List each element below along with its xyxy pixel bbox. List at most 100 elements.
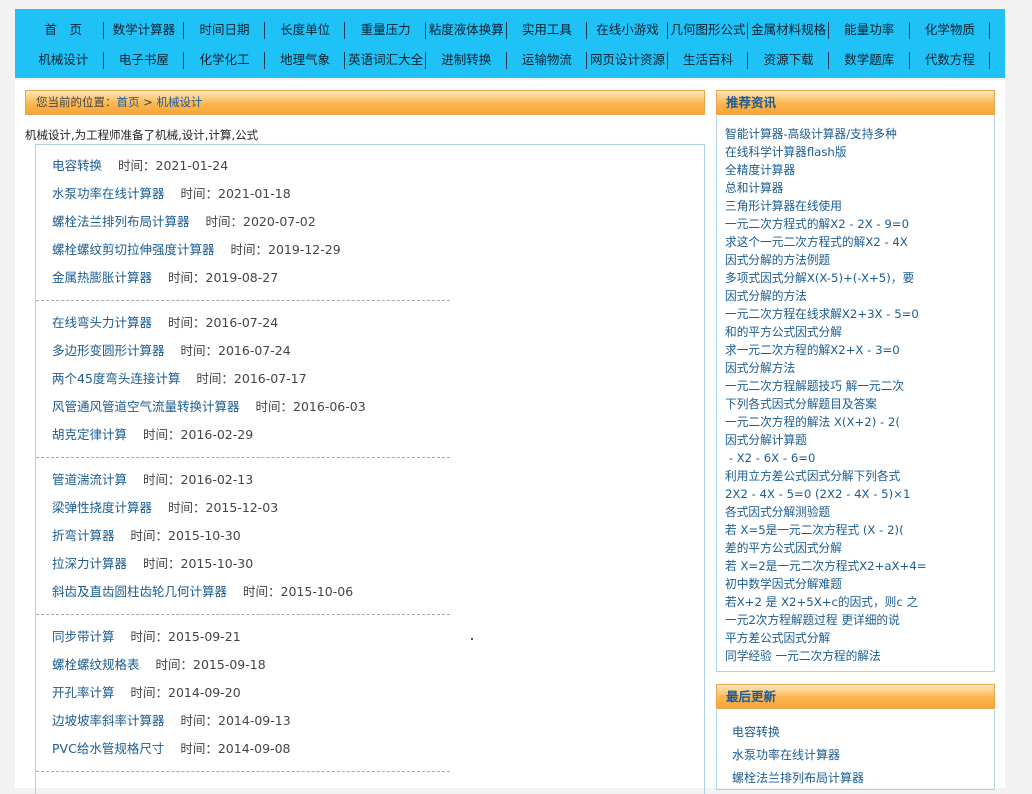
- breadcrumb-current-link[interactable]: 机械设计: [156, 95, 202, 109]
- article-date: 2016-06-03: [293, 399, 366, 414]
- recommend-link[interactable]: 求这个一元二次方程式的解X2 - 4X: [725, 233, 994, 251]
- nav-link[interactable]: 英语词汇大全: [345, 45, 426, 75]
- main-content: 您当前的位置：首页 > 机械设计 机械设计,为工程师准备了机械,设计,计算,公式…: [15, 80, 1005, 794]
- nav-link[interactable]: 化学化工: [184, 45, 265, 75]
- recommend-link[interactable]: 在线科学计算器flash版: [725, 143, 994, 161]
- article-link[interactable]: 开孔率计算: [52, 685, 115, 700]
- nav-link[interactable]: 重量压力: [345, 15, 426, 45]
- list-item: 两个45度弯头连接计算 时间：2016-07-17: [36, 365, 706, 393]
- nav-link[interactable]: 地理气象: [265, 45, 346, 75]
- article-date: 2014-09-13: [218, 713, 291, 728]
- nav-link[interactable]: 实用工具: [507, 15, 588, 45]
- group-divider: [36, 771, 450, 772]
- nav-link[interactable]: 几何图形公式: [668, 15, 749, 45]
- article-link[interactable]: 螺栓法兰排列布局计算器: [52, 214, 190, 229]
- list-item: 梁弹性挠度计算器 时间：2015-12-03: [36, 494, 706, 522]
- article-link[interactable]: 拉深力计算器: [52, 556, 127, 571]
- article-link[interactable]: 两个45度弯头连接计算: [52, 371, 180, 386]
- recommend-link[interactable]: 总和计算器: [725, 179, 994, 197]
- nav-link[interactable]: 时间日期: [184, 15, 265, 45]
- nav-link[interactable]: 运输物流: [507, 45, 588, 75]
- nav-link[interactable]: 机械设计: [23, 45, 104, 75]
- recommend-link[interactable]: 一元二次方程在线求解X2+3X - 5=0: [725, 305, 994, 323]
- breadcrumb-separator: >: [139, 95, 157, 109]
- recommend-link[interactable]: 下列各式因式分解题目及答案: [725, 395, 994, 413]
- article-link[interactable]: 斜齿及直齿圆柱齿轮几何计算器: [52, 584, 227, 599]
- article-link[interactable]: 边坡坡率斜率计算器: [52, 713, 165, 728]
- recommend-link[interactable]: 初中数学因式分解难题: [725, 575, 994, 593]
- recommend-link[interactable]: 差的平方公式因式分解: [725, 539, 994, 557]
- nav-link[interactable]: 生活百科: [668, 45, 749, 75]
- breadcrumb-prefix: 您当前的位置：: [36, 95, 117, 109]
- recommend-link[interactable]: 和的平方公式因式分解: [725, 323, 994, 341]
- nav-link[interactable]: 代数方程: [910, 45, 991, 75]
- article-link[interactable]: 在线弯头力计算器: [52, 315, 152, 330]
- recommend-link[interactable]: 一元2次方程解题过程 更详细的说: [725, 611, 994, 629]
- time-label: 时间：: [143, 472, 181, 487]
- recommend-link[interactable]: 求一元二次方程的解X2+X - 3=0: [725, 341, 994, 359]
- recommend-link[interactable]: 平方差公式因式分解: [725, 629, 994, 647]
- recommend-link[interactable]: 同学经验 一元二次方程的解法: [725, 647, 994, 665]
- nav-link[interactable]: 能量功率: [829, 15, 910, 45]
- recommend-link[interactable]: 因式分解计算题: [725, 431, 994, 449]
- recommend-link[interactable]: 因式分解方法: [725, 359, 994, 377]
- nav-link[interactable]: 数学题库: [829, 45, 910, 75]
- recommend-link[interactable]: 利用立方差公式因式分解下列各式: [725, 467, 994, 485]
- nav-link[interactable]: 网页设计资源: [587, 45, 668, 75]
- recommend-link[interactable]: 三角形计算器在线使用: [725, 197, 994, 215]
- nav-link[interactable]: 资源下载: [748, 45, 829, 75]
- nav-link[interactable]: 数学计算器: [104, 15, 185, 45]
- nav-link[interactable]: 在线小游戏: [587, 15, 668, 45]
- recommend-link[interactable]: 一元二次方程式的解X2 - 2X - 9=0: [725, 215, 994, 233]
- recommend-link[interactable]: 若 X=2是一元二次方程式X2+aX+4=: [725, 557, 994, 575]
- nav-link[interactable]: 电子书屋: [104, 45, 185, 75]
- recommend-link[interactable]: 若 X=5是一元二次方程式 (X - 2)(: [725, 521, 994, 539]
- time-label: 时间：: [168, 500, 206, 515]
- nav-link[interactable]: 金属材料规格: [748, 15, 829, 45]
- breadcrumb-home-link[interactable]: 首页: [117, 95, 140, 109]
- recommend-link[interactable]: - X2 - 6X - 6=0: [725, 449, 994, 467]
- nav-link[interactable]: 进制转换: [426, 45, 507, 75]
- article-link[interactable]: 同步带计算: [52, 629, 115, 644]
- recommend-link[interactable]: 若X+2 是 X2+5X+c的因式，则c 之: [725, 593, 994, 611]
- recommend-link[interactable]: 智能计算器-高级计算器/支持多种: [725, 125, 994, 143]
- recommend-link[interactable]: 因式分解的方法: [725, 287, 994, 305]
- nav-link[interactable]: 首 页: [23, 15, 104, 45]
- nav-link[interactable]: 长度单位: [265, 15, 346, 45]
- article-link[interactable]: 金属热膨胀计算器: [52, 270, 152, 285]
- article-link[interactable]: 风管通风管道空气流量转换计算器: [52, 399, 240, 414]
- recommend-link[interactable]: 全精度计算器: [725, 161, 994, 179]
- nav-link[interactable]: 粘度液体换算: [426, 15, 507, 45]
- recommend-link[interactable]: 因式分解的方法例题: [725, 251, 994, 269]
- list-item: 在线弯头力计算器 时间：2016-07-24: [36, 309, 706, 337]
- nav-row-1: 首 页数学计算器 时间日期 长度单位 重量压力 粘度液体换算 实用工具 在线小游戏 几何图形公…: [15, 15, 1005, 45]
- article-link[interactable]: 折弯计算器: [52, 528, 115, 543]
- article-link[interactable]: PVC给水管规格尺寸: [52, 741, 164, 756]
- recommend-link[interactable]: 多项式因式分解X(X-5)+(-X+5)，要: [725, 269, 994, 287]
- article-link[interactable]: 管道湍流计算: [52, 472, 127, 487]
- article-link[interactable]: 电容转换: [52, 158, 102, 173]
- article-group: 同步带计算 时间：2015-09-21 螺栓螺纹规格表 时间：2015-09-18 开孔…: [36, 616, 706, 763]
- update-link[interactable]: 水泵功率在线计算器: [732, 744, 994, 767]
- recommend-link[interactable]: 各式因式分解测验题: [725, 503, 994, 521]
- article-group: 电容转换 时间：2021-01-24 水泵功率在线计算器 时间：2021-01-18 螺…: [36, 145, 706, 292]
- list-item: 螺栓螺纹规格表 时间：2015-09-18: [36, 651, 706, 679]
- article-date: 2015-10-06: [280, 584, 354, 599]
- recommend-link[interactable]: 2X2 - 4X - 5=0 (2X2 - 4X - 5)×1: [725, 485, 994, 503]
- article-link[interactable]: 螺栓螺纹规格表: [52, 657, 140, 672]
- update-link[interactable]: 螺栓法兰排列布局计算器: [732, 767, 994, 790]
- article-link[interactable]: 螺栓螺纹剪切拉伸强度计算器: [52, 242, 215, 257]
- recommend-link[interactable]: 一元二次方程的解法 X(X+2) - 2(: [725, 413, 994, 431]
- article-list: 电容转换 时间：2021-01-24 水泵功率在线计算器 时间：2021-01-18 螺…: [35, 144, 705, 794]
- breadcrumb: 您当前的位置：首页 > 机械设计: [25, 90, 705, 115]
- article-link[interactable]: 胡克定律计算: [52, 427, 127, 442]
- article-link[interactable]: 梁弹性挠度计算器: [52, 500, 152, 515]
- time-label: 时间：: [180, 741, 218, 756]
- recommend-link[interactable]: 一元二次方程解题技巧 解一元二次: [725, 377, 994, 395]
- article-date: 2016-07-17: [233, 371, 307, 386]
- nav-link[interactable]: 化学物质: [910, 15, 991, 45]
- article-link[interactable]: 多边形变圆形计算器: [52, 343, 165, 358]
- update-link[interactable]: 电容转换: [732, 721, 994, 744]
- article-date: 2020-07-02: [243, 214, 316, 229]
- article-link[interactable]: 水泵功率在线计算器: [52, 186, 165, 201]
